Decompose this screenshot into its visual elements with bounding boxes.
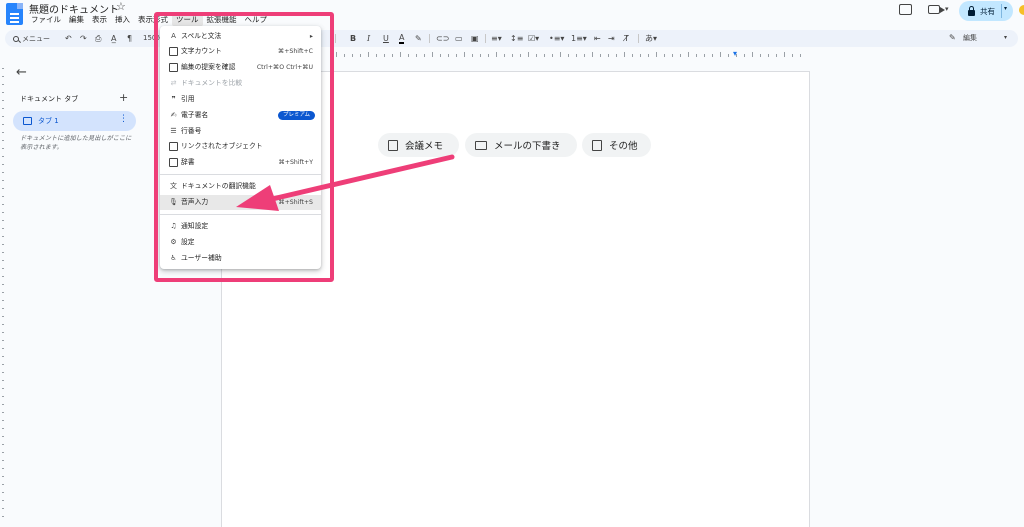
annotation-arrow: [236, 154, 455, 211]
annotation-arrow-head: [236, 185, 279, 211]
annotation-arrow-shaft: [265, 154, 455, 203]
